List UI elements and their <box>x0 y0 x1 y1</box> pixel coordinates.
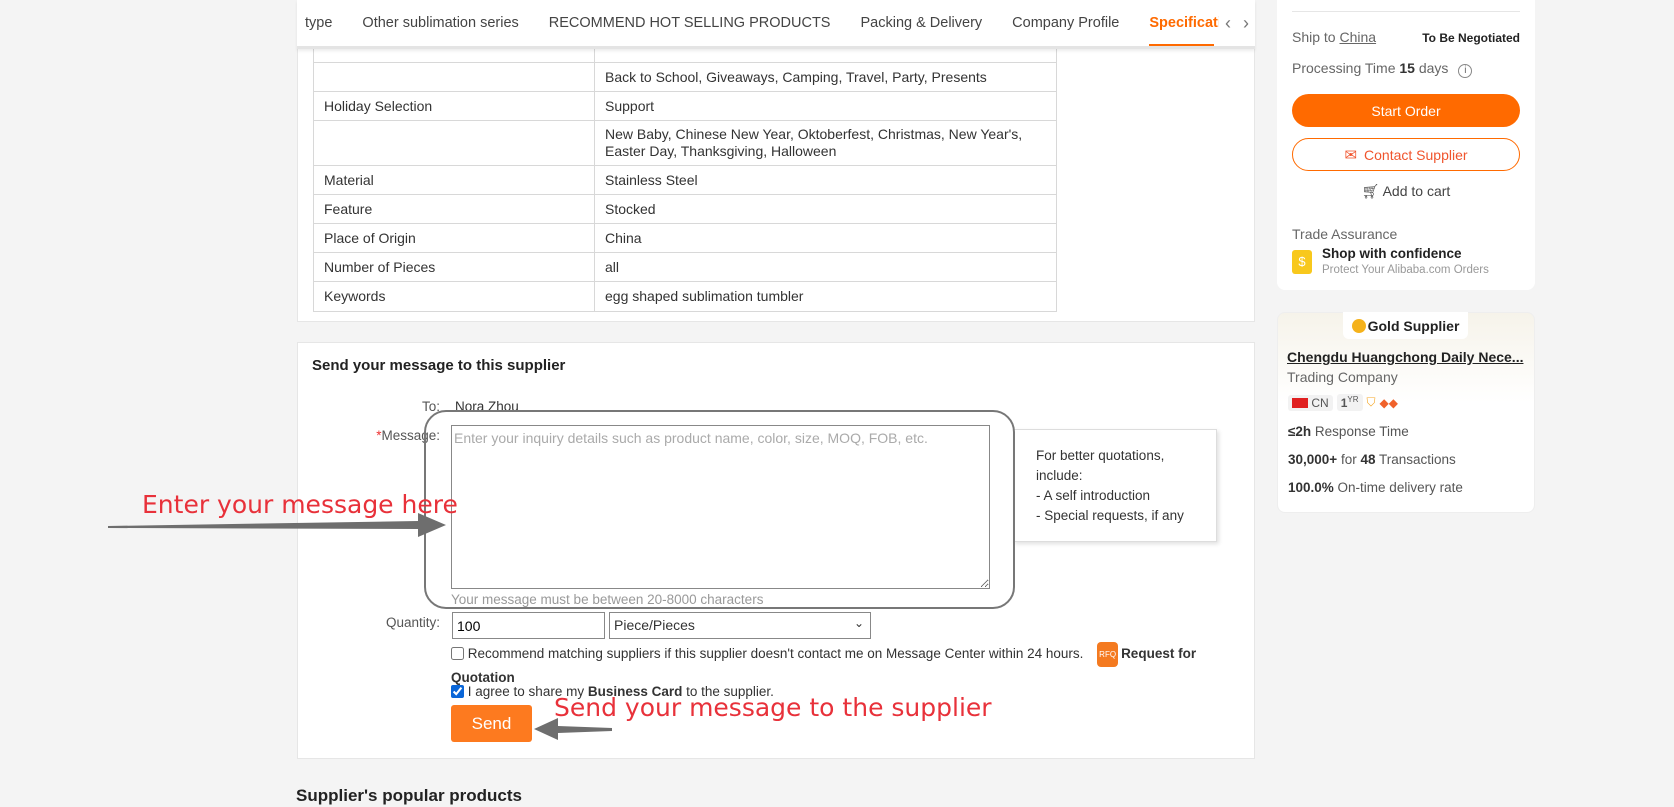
spec-value: egg shaped sublimation tumbler <box>594 281 1057 312</box>
supplier-name-link[interactable]: Chengdu Huangchong Daily Nece... <box>1287 349 1523 365</box>
spec-value: Stainless Steel <box>594 165 1057 195</box>
tab-specification[interactable]: Specification <box>1134 0 1219 46</box>
unit-select-value: Piece/Pieces <box>614 617 695 633</box>
table-row: Material Stainless Steel <box>313 165 1057 195</box>
gold-supplier-badge: Gold Supplier <box>1343 312 1468 339</box>
quantity-input[interactable] <box>452 612 605 639</box>
quantity-label: Quantity: <box>385 615 440 630</box>
to-label: To: <box>421 399 440 414</box>
transactions: 30,000+ for 48 Transactions <box>1288 452 1456 467</box>
processing-time: Processing Time 15 days i <box>1292 60 1473 78</box>
spec-value: Back to School, Giveaways, Camping, Trav… <box>594 62 1057 92</box>
tip-line: For better quotations, include: <box>1036 448 1165 483</box>
gold-medal-icon <box>1351 318 1366 333</box>
supplier-tags: CN 1YR ⛉ ◆◆ <box>1288 394 1398 411</box>
tab-other-sublimation[interactable]: Other sublimation series <box>347 0 533 46</box>
spec-key <box>313 62 595 92</box>
spec-key: Material <box>313 165 595 195</box>
trade-assurance-label: Trade Assurance <box>1292 226 1398 242</box>
spec-value: all <box>594 252 1057 282</box>
chevron-left-icon[interactable]: ‹ <box>1219 13 1237 34</box>
supplier-type: Trading Company <box>1287 369 1398 385</box>
spec-key: Feature <box>313 194 595 224</box>
annotation-arrow-icon <box>534 718 612 740</box>
shop-confidence: Shop with confidence <box>1322 246 1462 261</box>
table-row: Keywords egg shaped sublimation tumbler <box>313 281 1057 312</box>
protect-orders: Protect Your Alibaba.com Orders <box>1322 264 1489 276</box>
tab-type[interactable]: type <box>297 0 347 46</box>
table-row: Back to School, Giveaways, Camping, Trav… <box>313 62 1057 92</box>
spec-value: Stocked <box>594 194 1057 224</box>
mail-icon: ✉ <box>1344 146 1358 164</box>
unit-select[interactable]: Piece/Pieces ⌄ <box>609 612 871 639</box>
table-row: New Baby, Chinese New Year, Oktoberfest,… <box>313 120 1057 166</box>
info-icon[interactable]: i <box>1458 64 1473 78</box>
table-row: Place of Origin China <box>313 223 1057 253</box>
shipping-price: To Be Negotiated <box>1422 31 1520 45</box>
tab-packing-delivery[interactable]: Packing & Delivery <box>845 0 997 46</box>
trade-assurance-shield-icon: $ <box>1292 250 1312 274</box>
spec-key: Place of Origin <box>313 223 595 253</box>
tip-line: - A self introduction <box>1036 488 1151 503</box>
spec-key <box>313 120 595 166</box>
spec-value: New Baby, Chinese New Year, Oktoberfest,… <box>594 120 1057 166</box>
add-to-cart-button[interactable]: 🛒︎ Add to cart <box>1292 183 1520 200</box>
table-row: Holiday Selection Support <box>313 91 1057 121</box>
tab-company-profile[interactable]: Company Profile <box>997 0 1134 46</box>
specification-table: Back to School, Giveaways, Camping, Trav… <box>313 34 1057 312</box>
country-tag: CN <box>1288 394 1333 411</box>
ship-country-link[interactable]: China <box>1339 29 1376 45</box>
diamond-icon: ◆◆ <box>1379 395 1398 410</box>
recommend-row: Recommend matching suppliers if this sup… <box>451 642 1231 688</box>
divider <box>1292 11 1520 12</box>
ontime-delivery: 100.0% On-time delivery rate <box>1288 480 1463 495</box>
table-row: Number of Pieces all <box>313 252 1057 282</box>
spec-key: Holiday Selection <box>313 91 595 121</box>
section-tabs: type Other sublimation series RECOMMEND … <box>297 0 1255 49</box>
quotation-tip: For better quotations, include: - A self… <box>1013 429 1217 542</box>
rfq-icon: RFQ <box>1097 642 1119 667</box>
form-title: Send your message to this supplier <box>312 357 566 374</box>
agree-checkbox[interactable] <box>451 685 464 698</box>
chevron-down-icon: ⌄ <box>853 616 864 630</box>
tip-line: - Special requests, if any <box>1036 508 1184 523</box>
table-row: Feature Stocked <box>313 194 1057 224</box>
years-tag: 1YR <box>1336 394 1363 411</box>
send-button[interactable]: Send <box>451 705 532 742</box>
contact-supplier-button[interactable]: ✉ Contact Supplier <box>1292 138 1520 171</box>
ship-to: Ship to China <box>1292 29 1377 45</box>
annotation-highlight <box>424 410 1015 609</box>
spec-key: Number of Pieces <box>313 252 595 282</box>
spec-value: Support <box>594 91 1057 121</box>
verified-shield-icon: ⛉ <box>1366 395 1376 409</box>
tab-recommend-hot[interactable]: RECOMMEND HOT SELLING PRODUCTS <box>534 0 846 46</box>
response-time: ≤2h Response Time <box>1288 424 1409 439</box>
spec-key: Keywords <box>313 281 595 312</box>
popular-products-title: Supplier's popular products <box>296 786 523 805</box>
recommend-text: Recommend matching suppliers if this sup… <box>467 646 1084 661</box>
recommend-checkbox[interactable] <box>451 647 464 660</box>
chevron-right-icon[interactable]: › <box>1237 13 1255 34</box>
start-order-button[interactable]: Start Order <box>1292 94 1520 127</box>
annotation-arrow-icon <box>108 513 446 537</box>
spec-value: China <box>594 223 1057 253</box>
annotation-send-message: Send your message to the supplier <box>554 693 992 722</box>
message-label: *Message: <box>376 428 440 443</box>
cart-icon: 🛒︎ <box>1361 183 1380 199</box>
china-flag-icon <box>1292 397 1308 408</box>
